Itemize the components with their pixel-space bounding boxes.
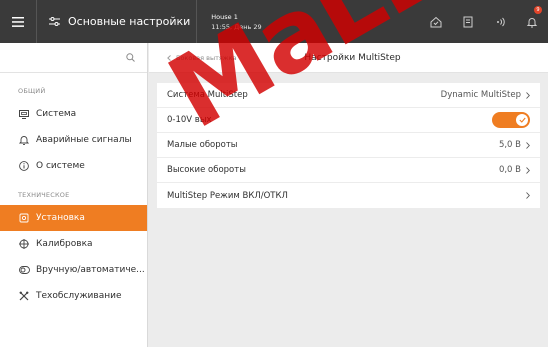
hamburger-menu-button[interactable] [0, 0, 36, 43]
settings-list: Система MultiStep Dynamic MultiStep 0-10… [157, 83, 540, 208]
house-check-icon [430, 16, 442, 27]
group-label-technical: ТЕХНИЧЕСКОЕ [18, 191, 70, 199]
sidebar-item-label: Вручную/автоматиче... [36, 265, 145, 275]
setting-row-0-10v-output: 0-10V вых [157, 108, 540, 133]
sidebar-item-manual-auto[interactable]: Вручную/автоматиче... [0, 257, 147, 283]
chevron-left-icon [167, 54, 171, 61]
house-check-button[interactable] [420, 0, 452, 43]
setting-label: Высокие обороты [167, 165, 246, 175]
wireless-icon [497, 17, 505, 26]
setting-value: Dynamic MultiStep [440, 90, 521, 100]
sidebar-item-calibration[interactable]: Калибровка [0, 231, 147, 257]
sidebar-item-maintenance[interactable]: Техобслуживание [0, 283, 147, 309]
monitor-icon [18, 108, 30, 120]
setting-label: Малые обороты [167, 140, 238, 150]
sidebar-item-label: Техобслуживание [36, 291, 122, 301]
notification-badge: 9 [534, 6, 542, 14]
setting-value: 5,0 В [498, 140, 521, 150]
tools-icon [18, 290, 30, 302]
sidebar-item-label: Калибровка [36, 239, 93, 249]
setting-label: Система MultiStep [167, 90, 248, 100]
sidebar-item-system[interactable]: Система [0, 101, 147, 127]
chevron-right-icon [526, 166, 530, 174]
toggle-icon [18, 264, 30, 276]
setting-label: 0-10V вых [167, 115, 212, 125]
sidebar-item-label: О системе [36, 161, 85, 171]
bell-icon [18, 134, 30, 146]
search-icon [126, 53, 135, 62]
hamburger-icon [12, 16, 24, 27]
chevron-right-icon [526, 141, 530, 149]
setting-label: MultiStep Режим ВКЛ/ОТКЛ [167, 190, 288, 201]
chevron-right-icon [526, 192, 530, 199]
sidebar-item-installation[interactable]: Установка [0, 205, 147, 231]
sidebar-item-about[interactable]: О системе [0, 153, 147, 179]
notifications-button[interactable]: 9 [516, 0, 548, 43]
top-bar: Основные настройки House 1 11:55, День 2… [0, 0, 548, 43]
app-title: Основные настройки [68, 15, 191, 28]
site-time: 11:55, День 29 [211, 22, 262, 31]
bell-icon [526, 17, 538, 27]
sidebar-item-label: Система [36, 109, 77, 119]
setting-value: 0,0 В [498, 165, 521, 175]
setting-row-multistep-mode[interactable]: MultiStep Режим ВКЛ/ОТКЛ [157, 183, 540, 208]
divider [196, 0, 198, 43]
document-icon [463, 16, 473, 27]
site-name: House 1 [211, 12, 238, 21]
site-info[interactable]: House 1 11:55, День 29 [211, 12, 261, 32]
signal-button[interactable] [484, 0, 516, 43]
sidebar-item-alarms[interactable]: Аварийные сигналы [0, 127, 147, 153]
back-label: Боковая вытяжка [176, 53, 237, 62]
back-link[interactable]: Боковая вытяжка [167, 54, 237, 62]
divider [36, 0, 37, 43]
crosshair-icon [18, 238, 30, 250]
setting-row-high-speed[interactable]: Высокие обороты 0,0 В [157, 158, 540, 183]
group-label-general: ОБЩИЙ [18, 87, 46, 95]
setting-row-low-speed[interactable]: Малые обороты 5,0 В [157, 133, 540, 158]
chevron-right-icon [526, 91, 530, 99]
gear-icon [18, 212, 30, 224]
document-button[interactable] [452, 0, 484, 43]
toggle-knob [516, 114, 528, 126]
sidebar-item-label: Аварийные сигналы [36, 135, 132, 145]
setting-row-multistep-system[interactable]: Система MultiStep Dynamic MultiStep [157, 83, 540, 108]
sliders-icon [49, 16, 60, 27]
info-icon [18, 160, 30, 172]
main-content: Боковая вытяжка Настройки MultiStep Сист… [149, 43, 548, 347]
sidebar-item-label: Установка [36, 213, 85, 223]
checkmark-icon [518, 117, 526, 123]
sidebar-search[interactable] [0, 43, 147, 73]
output-toggle[interactable] [492, 112, 530, 128]
sub-header: Боковая вытяжка Настройки MultiStep [149, 43, 548, 73]
sidebar: ОБЩИЙ Система Аварийные сигналы О систем… [0, 43, 148, 347]
